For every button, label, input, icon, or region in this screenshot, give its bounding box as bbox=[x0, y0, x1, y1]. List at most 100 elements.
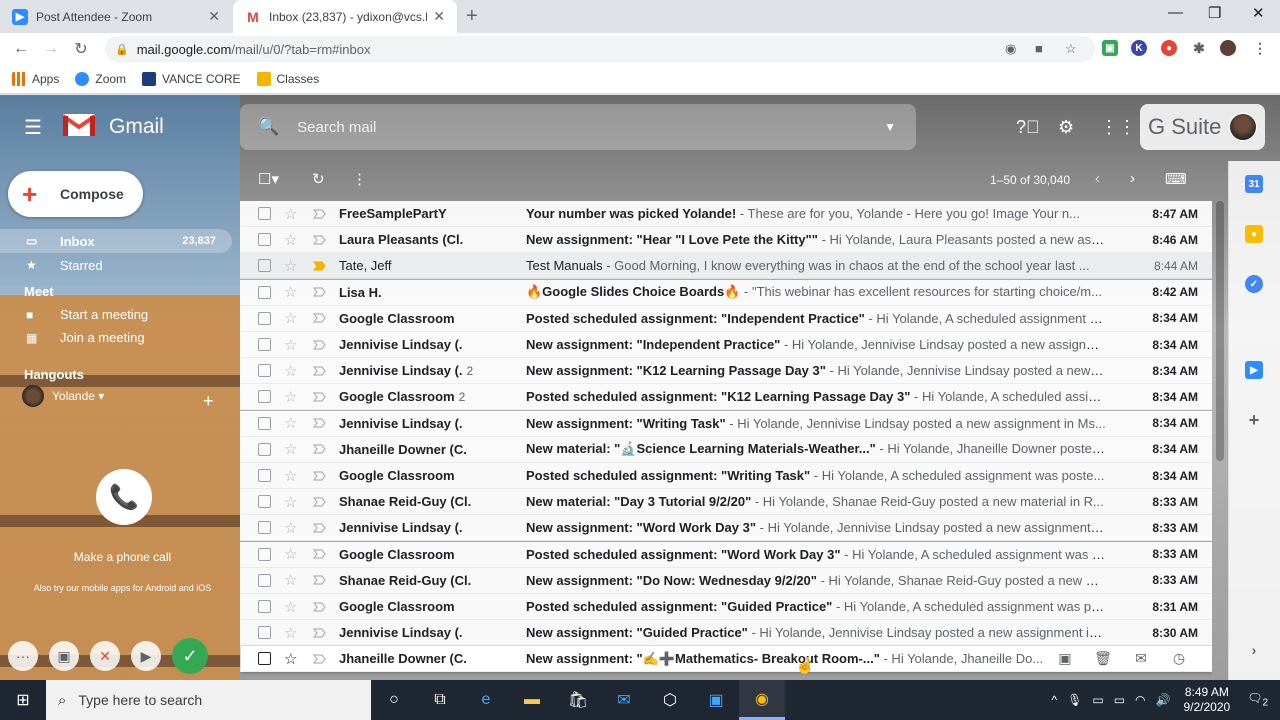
email-row[interactable]: ☆ Laura Pleasants (Cl. New assignment: "He… bbox=[240, 227, 1212, 254]
extension-screencast-icon[interactable]: ● bbox=[1161, 40, 1177, 56]
star-icon[interactable]: ☆ bbox=[284, 598, 297, 616]
taskbar-search[interactable]: ⌕ Type here to search bbox=[46, 680, 371, 720]
forward-icon[interactable]: → bbox=[36, 40, 66, 58]
importance-marker-icon[interactable] bbox=[313, 418, 326, 428]
archive-icon[interactable]: ▣ bbox=[1046, 650, 1084, 667]
tab-zoom[interactable]: ▶ Post Attendee - Zoom ✕ bbox=[0, 0, 232, 33]
row-checkbox[interactable] bbox=[258, 338, 271, 351]
search-input[interactable] bbox=[297, 118, 858, 136]
importance-marker-icon[interactable] bbox=[313, 287, 326, 297]
email-row[interactable]: ☆ Shanae Reid-Guy (Cl. New assignment: "Do… bbox=[240, 567, 1212, 594]
extensions-puzzle-icon[interactable]: ✱ bbox=[1191, 40, 1207, 56]
cortana-icon[interactable]: ○ bbox=[371, 680, 417, 720]
importance-marker-icon[interactable] bbox=[313, 261, 326, 271]
new-tab-button[interactable]: + bbox=[466, 5, 478, 28]
reload-icon[interactable]: ↻ bbox=[66, 39, 96, 59]
email-row[interactable]: ☆ Google Classroom Posted scheduled assign… bbox=[240, 541, 1212, 568]
hangouts-user[interactable]: Yolande ▾ bbox=[22, 385, 104, 407]
older-page-icon[interactable]: › bbox=[1130, 170, 1135, 187]
importance-marker-icon[interactable] bbox=[313, 497, 326, 507]
mail-icon[interactable]: ✉ bbox=[601, 680, 647, 720]
bookmark-apps[interactable]: Apps bbox=[12, 72, 59, 86]
star-icon[interactable]: ☆ bbox=[284, 571, 297, 589]
help-icon[interactable]: ?⃝ bbox=[1016, 117, 1040, 138]
email-row[interactable]: ☆ Tate, Jeff Test Manuals - Good Morning, … bbox=[240, 253, 1212, 280]
importance-marker-icon[interactable] bbox=[313, 575, 326, 585]
importance-marker-icon[interactable] bbox=[313, 523, 326, 533]
star-icon[interactable]: ☆ bbox=[284, 519, 297, 537]
3d-viewer-icon[interactable]: ⬡ bbox=[647, 680, 693, 720]
bookmark-vance-core[interactable]: VANCE CORE bbox=[142, 72, 241, 86]
star-icon[interactable]: ☆ bbox=[284, 440, 297, 458]
row-checkbox[interactable] bbox=[258, 469, 271, 482]
email-row[interactable]: ☆ Jennivise Lindsay (. New assignment: "Gu… bbox=[240, 620, 1212, 647]
end-call-icon[interactable]: ✕ bbox=[90, 641, 120, 671]
tasks-icon[interactable]: ✓ bbox=[1245, 275, 1263, 293]
email-row[interactable]: ☆ Jhaneille Downer (C. New material: "🔬Sci… bbox=[240, 436, 1212, 463]
email-row[interactable]: ☆ Jennivise Lindsay (. 2 New assignment: "K… bbox=[240, 358, 1212, 385]
importance-marker-icon[interactable] bbox=[313, 549, 326, 559]
row-checkbox[interactable] bbox=[258, 442, 271, 456]
importance-marker-icon[interactable] bbox=[313, 628, 326, 638]
star-icon[interactable]: ☆ bbox=[284, 362, 297, 380]
email-row[interactable]: ☆ Google Classroom Posted scheduled assign… bbox=[240, 305, 1212, 332]
photos-icon[interactable]: ▣ bbox=[693, 680, 739, 720]
email-row[interactable]: ☆ Google Classroom Posted scheduled assign… bbox=[240, 594, 1212, 620]
importance-marker-icon[interactable] bbox=[313, 339, 326, 350]
search-options-icon[interactable]: ▼ bbox=[884, 120, 896, 134]
row-checkbox[interactable] bbox=[258, 390, 271, 404]
file-explorer-icon[interactable]: ▬ bbox=[509, 680, 555, 720]
row-checkbox[interactable] bbox=[258, 285, 271, 299]
start-meeting-link[interactable]: ■ Start a meeting bbox=[26, 307, 148, 322]
star-icon[interactable]: ☆ bbox=[284, 309, 297, 327]
row-checkbox[interactable] bbox=[258, 573, 271, 587]
star-icon[interactable]: ☆ bbox=[284, 336, 297, 354]
star-icon[interactable]: ☆ bbox=[284, 467, 297, 485]
row-checkbox[interactable] bbox=[258, 259, 271, 273]
star-icon[interactable]: ☆ bbox=[284, 283, 297, 301]
store-icon[interactable]: 🛍 bbox=[555, 680, 601, 720]
bookmark-zoom[interactable]: Zoom bbox=[75, 72, 126, 86]
star-icon[interactable]: ☆ bbox=[284, 624, 297, 642]
input-tools-icon[interactable]: ⌨ bbox=[1165, 170, 1187, 188]
taskbar-clock[interactable]: 8:49 AM 9/2/2020 bbox=[1183, 685, 1230, 715]
extension-eye-icon[interactable]: ◉ bbox=[1005, 41, 1016, 57]
address-bar[interactable]: 🔒 mail.google.com/mail/u/0/?tab=rm#inbox… bbox=[105, 36, 1095, 62]
get-addons-icon[interactable]: + bbox=[1245, 410, 1263, 430]
show-hidden-icons[interactable]: ^ bbox=[1051, 693, 1057, 707]
importance-marker-icon[interactable] bbox=[313, 444, 326, 454]
snooze-icon[interactable]: ◷ bbox=[1160, 650, 1198, 667]
chrome-icon[interactable]: ◉ bbox=[739, 680, 785, 720]
phone-call-icon[interactable]: 📞 bbox=[96, 469, 152, 525]
back-icon[interactable]: ← bbox=[6, 40, 36, 58]
extension-icon[interactable]: ▣ bbox=[1102, 40, 1118, 56]
more-options-icon[interactable]: ··· bbox=[8, 641, 38, 671]
profile-avatar-icon[interactable] bbox=[1220, 40, 1236, 56]
list-scrollbar[interactable] bbox=[1216, 201, 1224, 461]
network-icon[interactable]: ▭ bbox=[1092, 693, 1103, 707]
close-tab-icon[interactable]: ✕ bbox=[433, 8, 445, 25]
compose-button[interactable]: + Compose bbox=[8, 171, 143, 217]
close-window-button[interactable]: ✕ bbox=[1252, 4, 1265, 22]
star-icon[interactable]: ☆ bbox=[284, 493, 297, 511]
star-icon[interactable]: ☆ bbox=[284, 231, 297, 249]
settings-gear-icon[interactable]: ⚙ bbox=[1058, 117, 1074, 138]
row-checkbox[interactable] bbox=[258, 233, 271, 247]
keep-icon[interactable]: ● bbox=[1245, 225, 1263, 243]
star-icon[interactable]: ☆ bbox=[284, 545, 297, 563]
newer-page-icon[interactable]: ‹ bbox=[1095, 170, 1100, 187]
wifi-icon[interactable]: ◠ bbox=[1135, 693, 1145, 707]
search-icon[interactable]: 🔍 bbox=[258, 117, 279, 137]
row-checkbox[interactable] bbox=[258, 547, 271, 561]
email-row[interactable]: ☆ Jennivise Lindsay (. New assignment: "Wr… bbox=[240, 410, 1212, 437]
minimize-button[interactable]: — bbox=[1168, 4, 1183, 21]
row-checkbox[interactable] bbox=[258, 311, 271, 325]
account-avatar[interactable] bbox=[1229, 113, 1258, 141]
email-row[interactable]: ☆ FreeSamplePartY Your number was picked Y… bbox=[240, 201, 1212, 227]
close-tab-icon[interactable]: ✕ bbox=[208, 8, 220, 25]
windows-start-icon[interactable]: ⊞ bbox=[0, 690, 46, 710]
edge-icon[interactable]: e bbox=[463, 680, 509, 720]
apps-grid-icon[interactable]: ⋮⋮ bbox=[1100, 117, 1136, 138]
search-bar[interactable]: 🔍 ▼ bbox=[240, 104, 916, 150]
email-row[interactable]: ☆ Jennivise Lindsay (. New assignment: "Wo… bbox=[240, 515, 1212, 542]
